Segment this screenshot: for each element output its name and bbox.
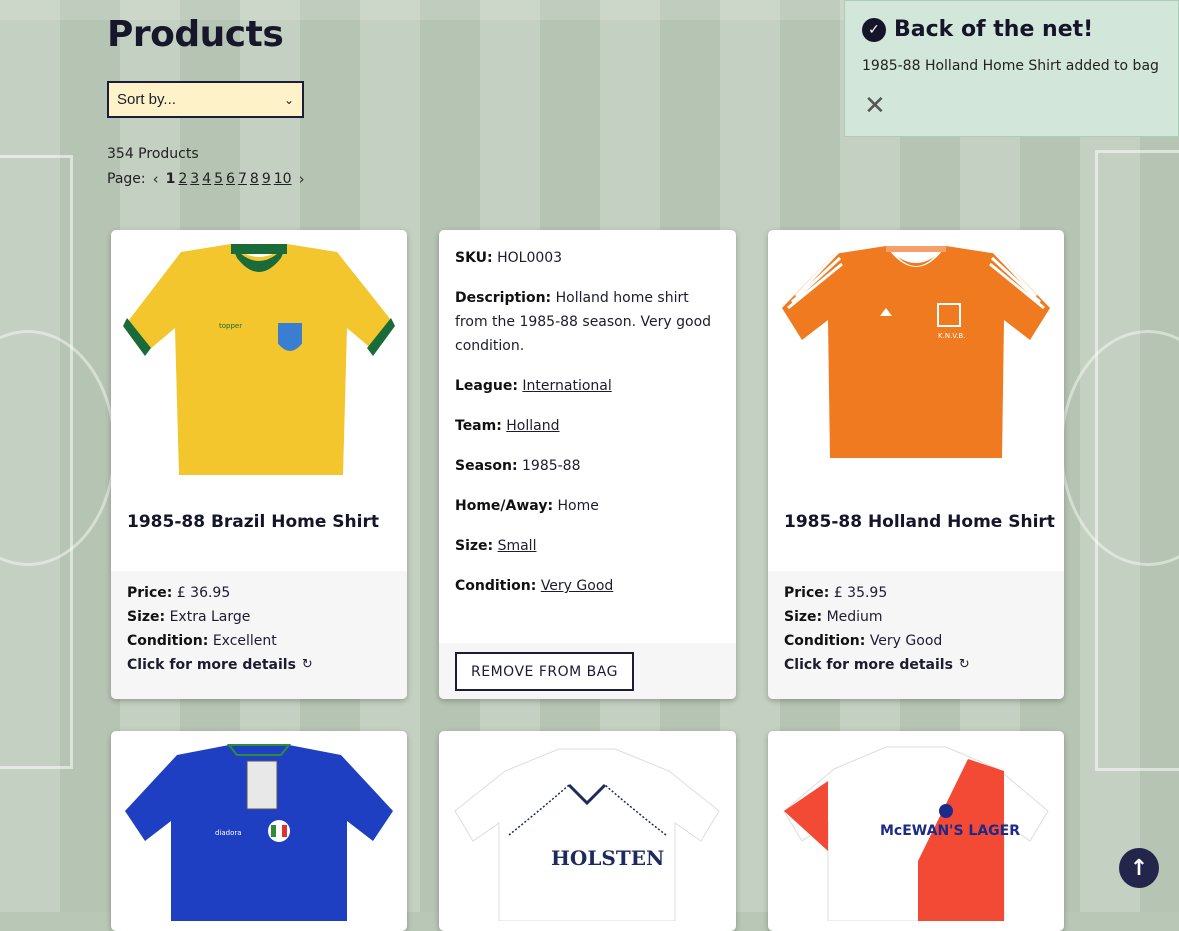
refresh-icon: ↻ xyxy=(301,657,313,672)
shirt-image: K.N.V.B. xyxy=(782,246,1050,458)
next-page-icon[interactable]: › xyxy=(295,170,309,188)
condition-value: Excellent xyxy=(212,633,277,649)
page-link-4[interactable]: 4 xyxy=(202,171,211,187)
check-circle-icon: ✓ xyxy=(862,17,886,42)
toast-title: Back of the net! xyxy=(894,17,1094,42)
product-count: 354 Products xyxy=(107,146,199,162)
page-link-6[interactable]: 6 xyxy=(226,171,235,187)
league-link[interactable]: International xyxy=(522,378,611,394)
product-card-tottenham[interactable]: HOLSTEN xyxy=(439,731,736,931)
size-value: Extra Large xyxy=(169,609,251,625)
home-away-label: Home/Away: xyxy=(455,498,554,514)
sku-label: SKU: xyxy=(455,250,493,266)
product-name[interactable]: 1985-88 Brazil Home Shirt xyxy=(127,512,379,532)
svg-text:topper: topper xyxy=(219,322,242,330)
price-value: £ 35.95 xyxy=(833,585,888,601)
home-away-value: Home xyxy=(557,498,599,514)
sort-selected-value: Sort by... xyxy=(117,91,176,108)
product-meta: Price: £ 36.95 Size: Extra Large Conditi… xyxy=(111,571,407,699)
condition-label: Condition: xyxy=(455,578,537,594)
size-label: Size: xyxy=(784,609,823,625)
description-label: Description: xyxy=(455,290,552,306)
condition-label: Condition: xyxy=(784,633,866,649)
svg-text:K.N.V.B.: K.N.V.B. xyxy=(938,332,965,340)
arrow-up-icon: ↑ xyxy=(1129,855,1149,881)
page-link-7[interactable]: 7 xyxy=(238,171,247,187)
condition-link[interactable]: Very Good xyxy=(541,578,613,594)
page-link-3[interactable]: 3 xyxy=(190,171,199,187)
sponsor-text: HOLSTEN xyxy=(551,846,664,870)
page-link-5[interactable]: 5 xyxy=(214,171,223,187)
detail-card-footer: REMOVE FROM BAG xyxy=(439,643,736,699)
price-label: Price: xyxy=(784,585,830,601)
price-label: Price: xyxy=(127,585,173,601)
size-link[interactable]: Small xyxy=(498,538,537,554)
refresh-icon: ↻ xyxy=(958,657,970,672)
back-to-top-button[interactable]: ↑ xyxy=(1119,848,1159,888)
shirt-image: topper xyxy=(123,244,395,475)
size-label: Size: xyxy=(455,538,494,554)
product-meta: Price: £ 35.95 Size: Medium Condition: V… xyxy=(768,571,1064,699)
toast-title-row: ✓ Back of the net! xyxy=(862,17,1093,42)
team-link[interactable]: Holland xyxy=(506,418,559,434)
shirt-image: diadora xyxy=(125,744,393,921)
sponsor-text: McEWAN'S LAGER xyxy=(880,823,1020,839)
product-image[interactable]: K.N.V.B. xyxy=(768,230,1064,500)
size-value: Medium xyxy=(826,609,883,625)
pagination-label: Page: xyxy=(107,171,146,187)
product-card-brazil[interactable]: topper 1985-88 Brazil Home Shirt Price: … xyxy=(111,230,407,699)
product-name[interactable]: 1985-88 Holland Home Shirt xyxy=(784,512,1055,532)
product-card-holland[interactable]: K.N.V.B. 1985-88 Holland Home Shirt Pric… xyxy=(768,230,1064,699)
page-link-1[interactable]: 1 xyxy=(166,171,176,187)
team-label: Team: xyxy=(455,418,502,434)
condition-value: Very Good xyxy=(869,633,943,649)
chevron-down-icon: ⌄ xyxy=(283,92,294,107)
close-icon[interactable]: ✕ xyxy=(864,93,886,119)
more-details-link[interactable]: Click for more details ↻ xyxy=(784,653,970,677)
svg-text:diadora: diadora xyxy=(215,829,242,837)
page-title: Products xyxy=(107,14,284,55)
product-detail-card: SKU: HOL0003 Description: Holland home s… xyxy=(439,230,736,699)
page-link-8[interactable]: 8 xyxy=(250,171,259,187)
price-value: £ 36.95 xyxy=(176,585,231,601)
more-details-label: Click for more details xyxy=(784,657,953,673)
page-link-10[interactable]: 10 xyxy=(274,171,292,187)
sku-value: HOL0003 xyxy=(497,250,563,266)
toast-message: 1985-88 Holland Home Shirt added to bag xyxy=(862,58,1159,74)
pagination: Page: ‹ 1 2 3 4 5 6 7 8 9 10 › xyxy=(107,170,309,188)
added-to-bag-toast: ✓ Back of the net! 1985-88 Holland Home … xyxy=(844,0,1179,137)
product-card-rangers[interactable]: McEWAN'S LAGER xyxy=(768,731,1064,931)
shirt-image: HOLSTEN xyxy=(454,748,720,921)
remove-from-bag-button[interactable]: REMOVE FROM BAG xyxy=(455,652,634,691)
league-label: League: xyxy=(455,378,518,394)
season-label: Season: xyxy=(455,458,518,474)
shirt-image: McEWAN'S LAGER xyxy=(783,746,1049,921)
sort-select[interactable]: Sort by... ⌄ xyxy=(107,81,304,118)
condition-label: Condition: xyxy=(127,633,209,649)
product-card-italy[interactable]: diadora xyxy=(111,731,407,931)
page-link-9[interactable]: 9 xyxy=(262,171,271,187)
more-details-label: Click for more details xyxy=(127,657,296,673)
product-image[interactable]: topper xyxy=(111,230,407,500)
size-label: Size: xyxy=(127,609,166,625)
season-value: 1985-88 xyxy=(522,458,581,474)
more-details-link[interactable]: Click for more details ↻ xyxy=(127,653,313,677)
prev-page-icon[interactable]: ‹ xyxy=(149,170,163,188)
page-link-2[interactable]: 2 xyxy=(178,171,187,187)
products-page: Products Sort by... ⌄ 354 Products Page:… xyxy=(0,0,1179,931)
